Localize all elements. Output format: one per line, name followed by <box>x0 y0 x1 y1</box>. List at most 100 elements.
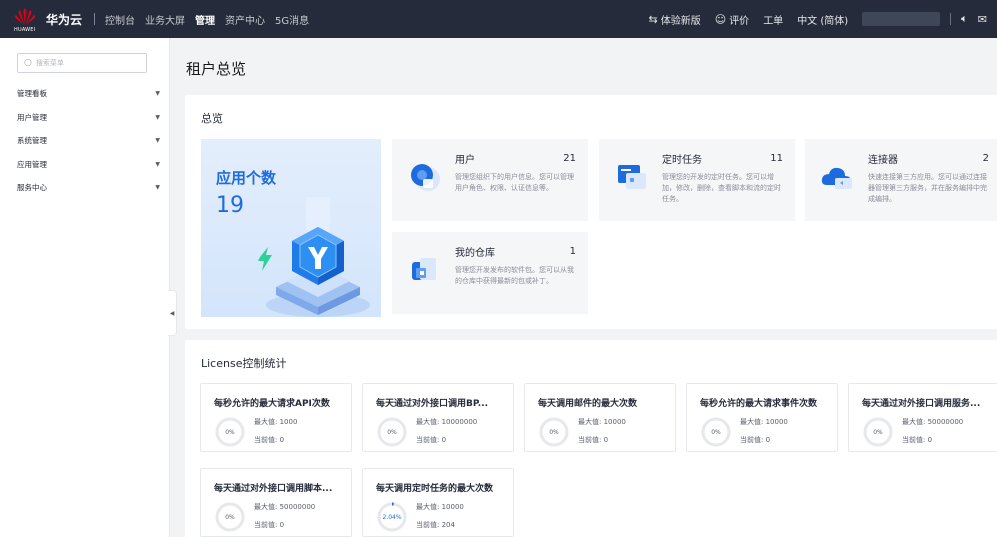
license-max-value: 50000000 <box>279 503 316 511</box>
sidebar-item-users[interactable]: 用户管理 ▼ <box>0 106 170 130</box>
license-current: 当前值: 204 <box>416 520 455 530</box>
license-card[interactable]: 每天通过对外接口调用脚本... 0% 最大值: 50000000 当前值: 0 <box>200 468 352 537</box>
license-max-label: 最大值: <box>254 418 280 426</box>
sidebar-item-label: 系统管理 <box>17 136 47 146</box>
license-max-label: 最大值: <box>578 418 604 426</box>
license-card[interactable]: 每天通过对外接口调用服务... 0% 最大值: 50000000 当前值: 0 <box>848 383 997 452</box>
sidebar-item-system[interactable]: 系统管理 ▼ <box>0 129 170 153</box>
app-count-label: 应用个数 <box>216 169 277 187</box>
card-desc: 快速连接第三方应用。您可以通过连接器管理第三方服务，并在服务编排中完成编排。 <box>868 173 987 203</box>
card-users[interactable]: 用户 21 管理您组织下的用户信息。您可以管理用户角色、权限、认证信息等。 <box>392 139 588 221</box>
ticket-label: 工单 <box>763 15 784 27</box>
smile-icon: ☺ <box>714 12 727 26</box>
license-max: 最大值: 50000000 <box>902 417 963 427</box>
language-label: 中文 (简体) <box>797 15 849 27</box>
license-max: 最大值: 10000000 <box>416 417 477 427</box>
brand-name: 华为云 <box>46 12 83 27</box>
card-count: 2 <box>982 153 989 164</box>
license-card[interactable]: 每秒允许的最大请求API次数 0% 最大值: 1000 当前值: 0 <box>200 383 352 452</box>
license-current-label: 当前值: <box>254 436 280 444</box>
language-switch[interactable]: 中文 (简体) <box>797 12 848 27</box>
license-current-label: 当前值: <box>416 436 442 444</box>
license-max-value: 50000000 <box>927 418 964 426</box>
new-version-link[interactable]: ⇆ 体验新版 <box>649 12 701 27</box>
sidebar-collapse-handle[interactable]: ◀ <box>168 290 177 336</box>
sidebar-item-dashboard[interactable]: 管理看板 ▼ <box>0 82 170 106</box>
ticket-link[interactable]: 工单 <box>763 12 783 27</box>
top-nav: 控制台 业务大屏 管理 资产中心 5G消息 <box>105 12 319 27</box>
nav-manage[interactable]: 管理 <box>195 12 215 27</box>
license-card[interactable]: 每天调用定时任务的最大次数 2.04% 最大值: 10000 当前值: 204 <box>362 468 514 537</box>
huawei-logo-icon: HUAWEI <box>14 8 36 33</box>
search-icon: ○ <box>24 58 32 68</box>
license-current-label: 当前值: <box>416 521 442 529</box>
license-card[interactable]: 每天通过对外接口调用BP... 0% 最大值: 10000000 当前值: 0 <box>362 383 514 452</box>
license-max: 最大值: 10000 <box>416 502 464 512</box>
usage-percent: 0% <box>225 428 235 436</box>
rating-label: 评价 <box>729 15 750 27</box>
sidebar: ○ 管理看板 ▼ 用户管理 ▼ 系统管理 ▼ 应用管理 ▼ 服务中心 ▼ <box>0 38 170 537</box>
license-card-title: 每秒允许的最大请求API次数 <box>214 399 330 409</box>
usage-percent: 0% <box>549 428 559 436</box>
license-current: 当前值: 0 <box>254 435 284 445</box>
card-desc: 管理您开发发布的软件包。您可以从我的仓库中获得最新的包或补丁。 <box>455 266 574 285</box>
mail-icon[interactable]: ✉︎ <box>978 13 987 26</box>
sidebar-item-service-center[interactable]: 服务中心 ▼ <box>0 176 170 200</box>
repository-icon <box>412 258 436 280</box>
license-current-value: 0 <box>279 521 285 529</box>
usage-percent: 0% <box>387 428 397 436</box>
rating-link[interactable]: ☺ 评价 <box>715 12 749 27</box>
chevron-down-icon: ▼ <box>155 113 160 121</box>
license-card-title: 每秒允许的最大请求事件次数 <box>700 399 818 409</box>
license-max: 最大值: 10000 <box>578 417 626 427</box>
license-max-label: 最大值: <box>902 418 928 426</box>
chevron-down-icon: ▼ <box>155 137 160 145</box>
chevron-down-icon: ▼ <box>155 160 160 168</box>
license-current-label: 当前值: <box>740 436 766 444</box>
card-title: 用户 <box>455 155 475 166</box>
sidebar-item-label: 管理看板 <box>17 89 47 99</box>
license-card-title: 每天调用邮件的最大次数 <box>538 399 638 409</box>
card-count: 11 <box>770 153 783 164</box>
nav-console[interactable]: 控制台 <box>105 12 135 27</box>
license-max: 最大值: 50000000 <box>254 502 315 512</box>
license-current: 当前值: 0 <box>578 435 608 445</box>
nav-5g-message[interactable]: 5G消息 <box>275 12 309 27</box>
license-current: 当前值: 0 <box>902 435 932 445</box>
sidebar-menu: 管理看板 ▼ 用户管理 ▼ 系统管理 ▼ 应用管理 ▼ 服务中心 ▼ <box>0 82 170 200</box>
menu-search-input[interactable] <box>35 59 136 67</box>
account-name-masked[interactable] <box>862 12 941 26</box>
license-max-label: 最大值: <box>416 418 442 426</box>
license-card[interactable]: 每秒允许的最大请求事件次数 0% 最大值: 10000 当前值: 0 <box>686 383 838 452</box>
brand-logo[interactable]: HUAWEI 华为云 <box>14 8 83 33</box>
sidebar-item-apps[interactable]: 应用管理 ▼ <box>0 153 170 177</box>
app-count-value: 19 <box>216 193 244 218</box>
chevron-left-icon: ◀ <box>169 309 175 317</box>
speaker-icon[interactable]: 🔈︎ <box>961 12 968 26</box>
app-count-hero[interactable]: 应用个数 19 <box>201 139 381 317</box>
license-current-value: 0 <box>927 436 933 444</box>
menu-search: ○ <box>17 53 147 73</box>
license-current: 当前值: 0 <box>740 435 770 445</box>
license-current-label: 当前值: <box>902 436 928 444</box>
license-max: 最大值: 1000 <box>254 417 297 427</box>
license-max-label: 最大值: <box>416 503 442 511</box>
new-version-label: 体验新版 <box>660 15 701 27</box>
license-max-label: 最大值: <box>254 503 280 511</box>
license-card[interactable]: 每天调用邮件的最大次数 0% 最大值: 10000 当前值: 0 <box>524 383 676 452</box>
card-scheduled-tasks[interactable]: 定时任务 11 管理您的开发的定时任务。您可以增加，修改，删除，查看脚本和流的定… <box>599 139 795 221</box>
card-repository[interactable]: 我的仓库 1 管理您开发发布的软件包。您可以从我的仓库中获得最新的包或补丁。 <box>392 232 588 314</box>
license-current-label: 当前值: <box>578 436 604 444</box>
page-title: 租户总览 <box>186 60 247 78</box>
card-connectors[interactable]: 连接器 2 快速连接第三方应用。您可以通过连接器管理第三方服务，并在服务编排中完… <box>805 139 997 221</box>
card-title: 我的仓库 <box>455 248 495 259</box>
license-current-value: 0 <box>279 436 285 444</box>
nav-business-screen[interactable]: 业务大屏 <box>145 12 185 27</box>
top-nav-bar: HUAWEI 华为云 控制台 业务大屏 管理 资产中心 5G消息 ⇆ 体验新版 … <box>0 0 997 38</box>
license-card-title: 每天通过对外接口调用BP... <box>376 399 489 409</box>
license-panel: License控制统计 每秒允许的最大请求API次数 0% 最大值: 1000 当前值… <box>185 340 997 537</box>
chevron-down-icon: ▼ <box>155 184 160 192</box>
nav-asset-center[interactable]: 资产中心 <box>225 12 265 27</box>
divider <box>950 13 952 25</box>
license-max-value: 10000000 <box>441 418 478 426</box>
